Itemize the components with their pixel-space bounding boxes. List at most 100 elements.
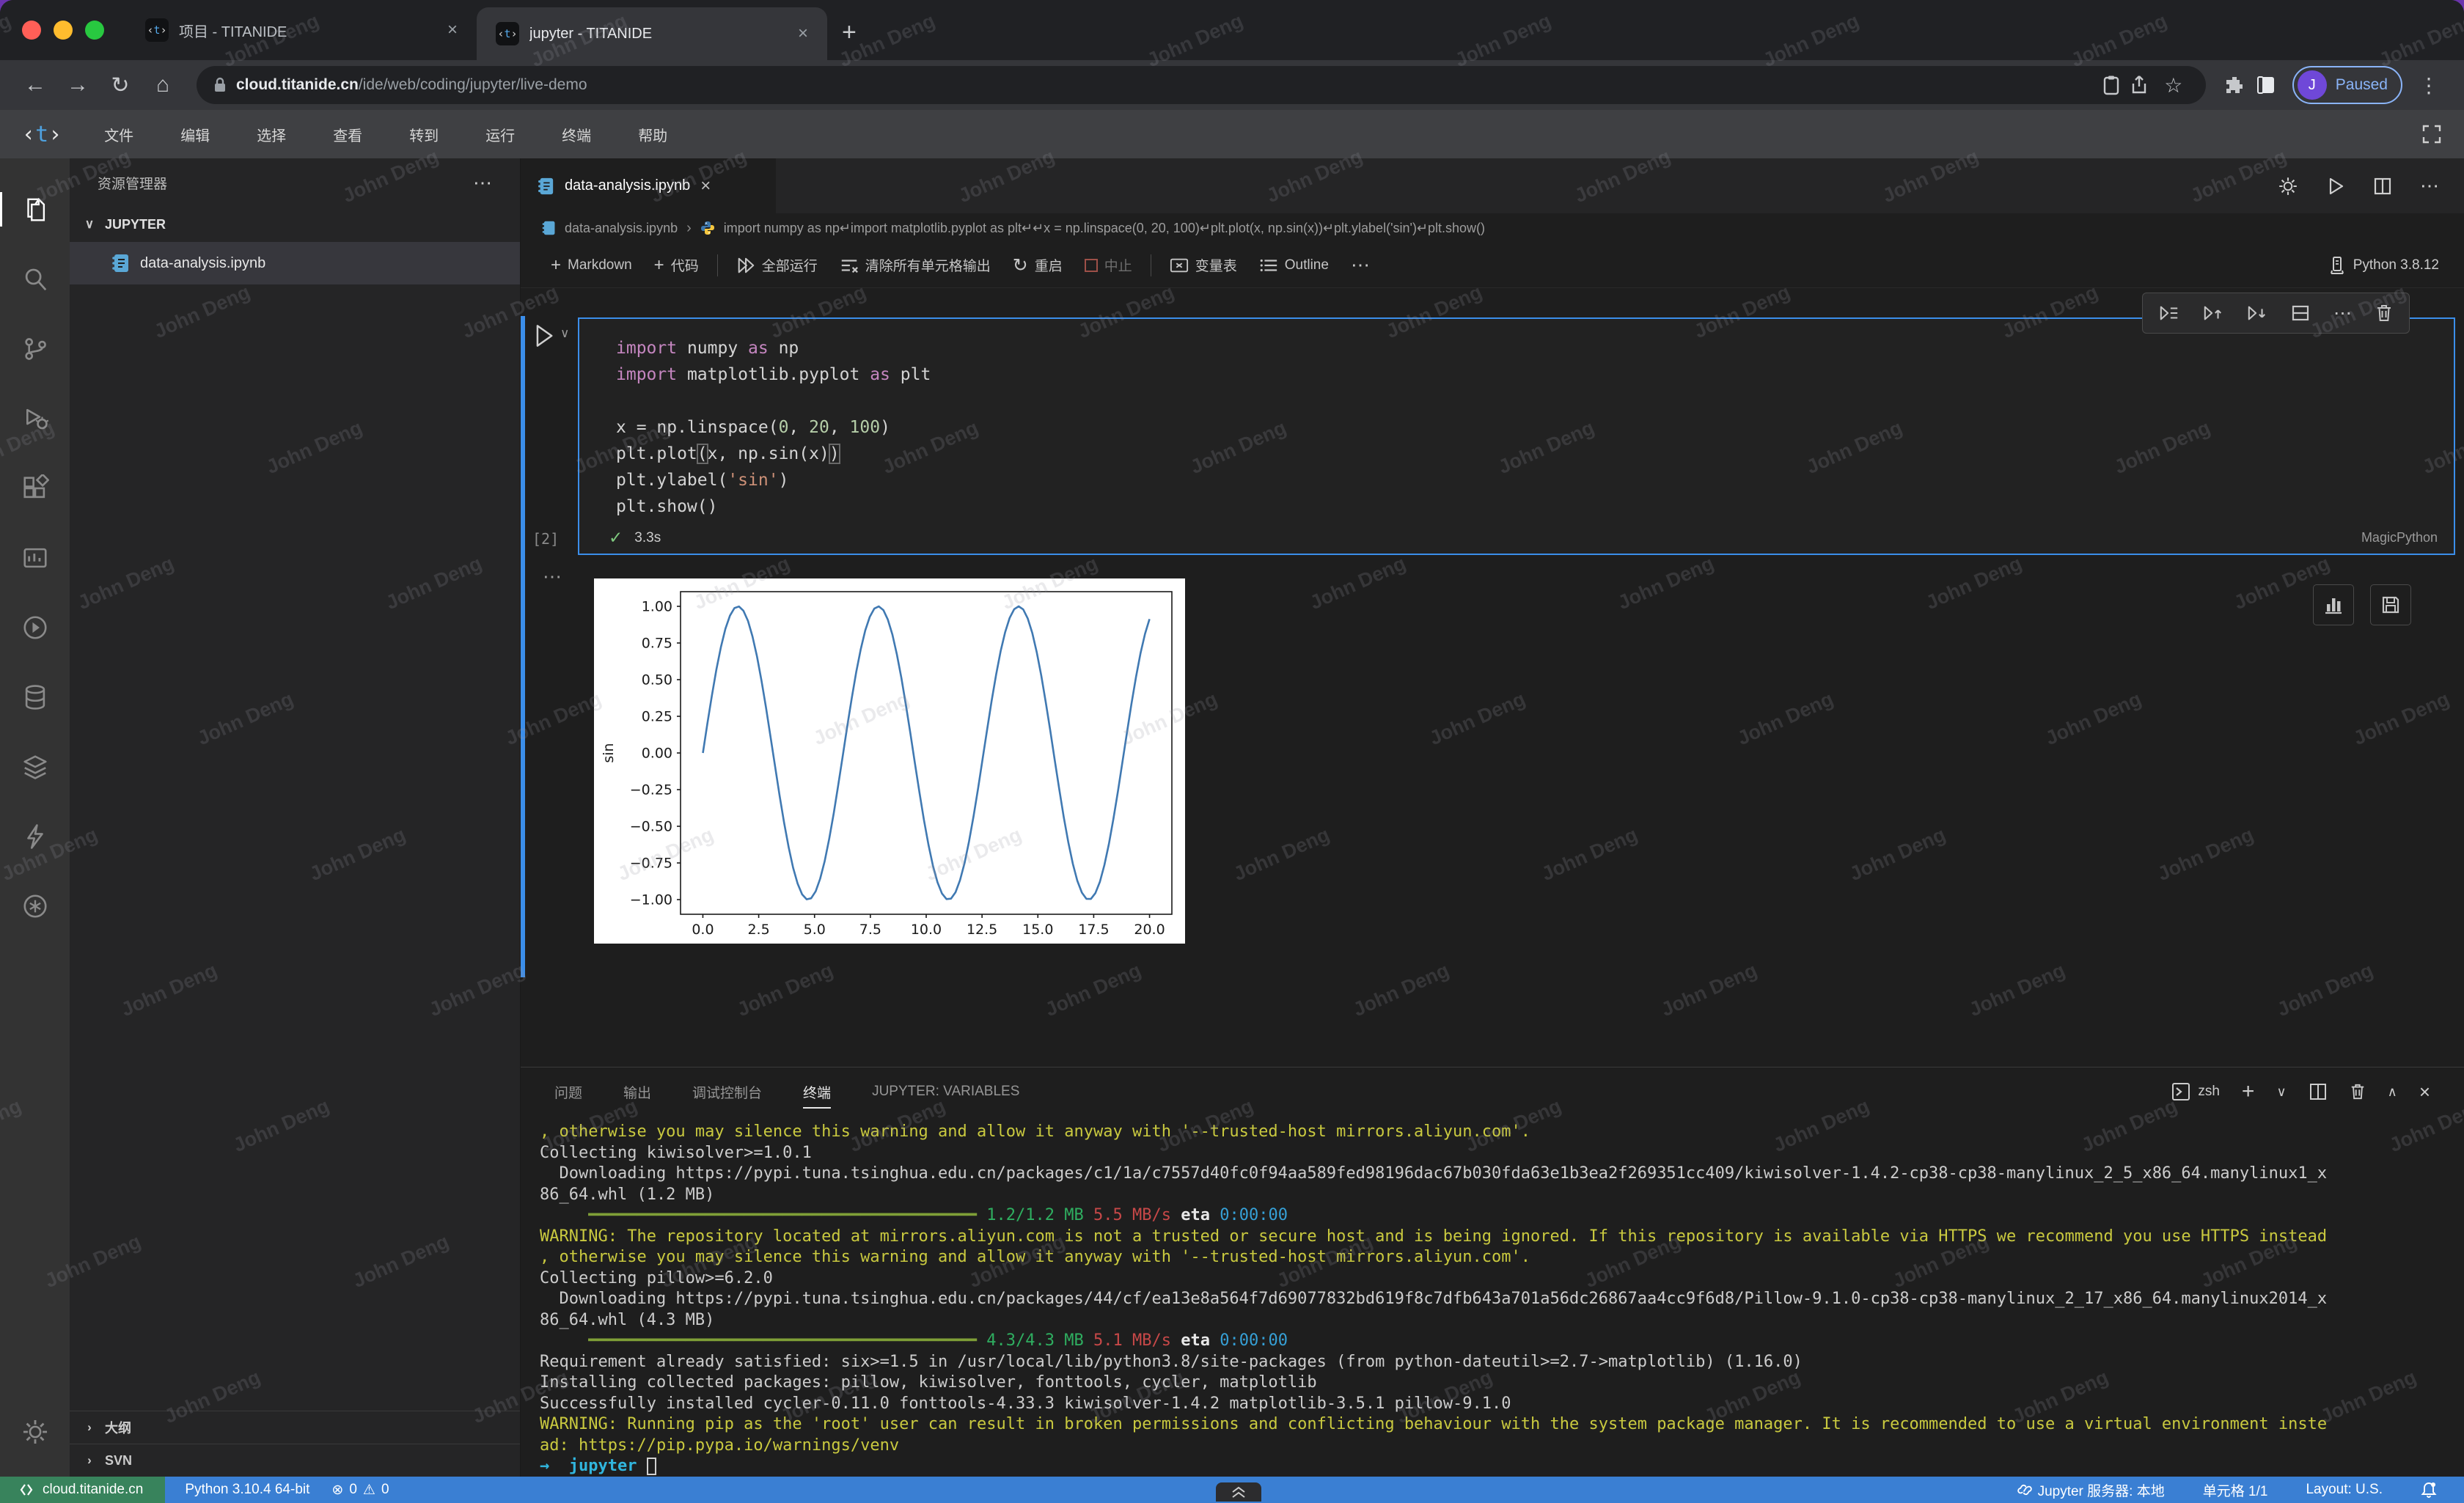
- interrupt-button[interactable]: 中止: [1074, 255, 1143, 275]
- home-icon[interactable]: ⌂: [147, 73, 179, 98]
- new-tab-button[interactable]: +: [827, 18, 876, 60]
- extensions-puzzle-icon[interactable]: [2223, 74, 2245, 96]
- clipboard-icon[interactable]: [2102, 75, 2121, 95]
- sidebar-item-notebook[interactable]: data-analysis.ipynb: [70, 242, 520, 284]
- kill-terminal-icon[interactable]: [2350, 1083, 2366, 1100]
- editor-more-icon[interactable]: ⋯: [2420, 174, 2439, 197]
- run-all-button[interactable]: 全部运行: [725, 255, 829, 275]
- panel-tab[interactable]: 问题: [554, 1067, 582, 1116]
- browser-menu-icon[interactable]: ⋮: [2413, 73, 2445, 98]
- menu-item[interactable]: 运行: [462, 124, 538, 145]
- panel-restore-notch[interactable]: [1216, 1482, 1261, 1502]
- run-debug-icon[interactable]: [0, 383, 70, 453]
- breadcrumb-code[interactable]: import numpy as np↵import matplotlib.pyp…: [724, 221, 1485, 236]
- browser-tab-jupyter[interactable]: ‹t› jupyter - TITANIDE ×: [477, 7, 827, 60]
- reload-icon[interactable]: ↻: [104, 73, 136, 98]
- sidebar-section-outline[interactable]: › 大纲: [70, 1411, 520, 1444]
- notebook-settings-gear-icon[interactable]: [2278, 176, 2298, 196]
- breadcrumb[interactable]: data-analysis.ipynb › import numpy as np…: [521, 213, 2464, 243]
- browser-tab-project[interactable]: ‹t› 项目 - TITANIDE ×: [126, 0, 477, 60]
- execute-cells-icon[interactable]: [2159, 304, 2179, 322]
- cell-more-icon[interactable]: ⋯: [2333, 302, 2352, 324]
- menu-item[interactable]: 转到: [386, 124, 462, 145]
- forward-icon[interactable]: →: [62, 73, 94, 98]
- terminal-dropdown-icon[interactable]: ∨: [2276, 1084, 2286, 1100]
- new-terminal-icon[interactable]: +: [2242, 1079, 2255, 1104]
- toolbar-more-icon[interactable]: ⋯: [1340, 254, 1381, 276]
- notifications-bell-icon[interactable]: [2410, 1481, 2448, 1499]
- close-panel-icon[interactable]: ×: [2419, 1081, 2430, 1103]
- run-options-chevron-icon[interactable]: ∨: [560, 326, 569, 341]
- split-cell-icon[interactable]: [2291, 304, 2310, 322]
- open-plot-viewer-button[interactable]: [2313, 584, 2354, 625]
- back-icon[interactable]: ←: [19, 73, 51, 98]
- menu-item[interactable]: 帮助: [615, 124, 691, 145]
- split-editor-icon[interactable]: [2373, 177, 2392, 196]
- run-notebook-icon[interactable]: [2326, 177, 2345, 196]
- tab-close-icon[interactable]: ×: [447, 20, 458, 40]
- variables-button[interactable]: 变量表: [1159, 255, 1248, 275]
- lightning-icon[interactable]: [0, 801, 70, 871]
- menu-item[interactable]: 终端: [538, 124, 615, 145]
- panel-tab[interactable]: 终端: [803, 1067, 831, 1116]
- keyboard-layout[interactable]: Layout: U.S.: [2295, 1482, 2394, 1498]
- problems-indicator[interactable]: ⊗ 0 ⚠ 0: [320, 1482, 400, 1499]
- search-icon[interactable]: [0, 244, 70, 314]
- split-terminal-icon[interactable]: [2309, 1082, 2328, 1101]
- preview-board-icon[interactable]: [0, 523, 70, 592]
- shell-selector[interactable]: zsh: [2171, 1082, 2220, 1101]
- extensions-icon[interactable]: [0, 453, 70, 523]
- cell-indicator[interactable]: 单元格 1/1: [2192, 1480, 2279, 1500]
- share-icon[interactable]: [2130, 75, 2149, 95]
- maximize-panel-icon[interactable]: ∧: [2388, 1084, 2397, 1100]
- database-icon[interactable]: [0, 662, 70, 732]
- kernel-picker[interactable]: Python 3.8.12: [2328, 256, 2445, 275]
- output-more-icon[interactable]: ⋯: [543, 565, 562, 588]
- tab-close-icon[interactable]: ×: [700, 176, 711, 196]
- address-bar[interactable]: cloud.titanide.cn/ide/web/coding/jupyter…: [197, 66, 2206, 104]
- delete-cell-icon[interactable]: [2375, 304, 2393, 323]
- tab-close-icon[interactable]: ×: [798, 23, 808, 44]
- layers-icon[interactable]: [0, 732, 70, 801]
- code-cell[interactable]: import numpy as npimport matplotlib.pypl…: [578, 317, 2455, 555]
- editor-tab-notebook[interactable]: data-analysis.ipynb ×: [521, 158, 776, 213]
- save-plot-button[interactable]: [2370, 584, 2411, 625]
- bookmark-star-icon[interactable]: ☆: [2157, 73, 2190, 98]
- restart-kernel-button[interactable]: ↻重启: [1002, 254, 1074, 276]
- remote-indicator[interactable]: cloud.titanide.cn: [0, 1477, 165, 1503]
- code-lines[interactable]: import numpy as npimport matplotlib.pypl…: [579, 319, 2454, 520]
- explorer-icon[interactable]: [0, 174, 70, 244]
- terminal-output[interactable]: , otherwise you may silence this warning…: [521, 1116, 2464, 1477]
- jupyter-server-indicator[interactable]: Jupyter 服务器: 本地: [2006, 1480, 2176, 1500]
- sidebar-section-svn[interactable]: › SVN: [70, 1444, 520, 1477]
- panel-tab[interactable]: JUPYTER: VARIABLES: [872, 1067, 1019, 1116]
- window-close-button[interactable]: [22, 21, 41, 40]
- settings-gear-icon[interactable]: [0, 1397, 70, 1466]
- clear-outputs-button[interactable]: 清除所有单元格输出: [829, 255, 1002, 275]
- outline-button[interactable]: Outline: [1248, 257, 1340, 274]
- run-above-icon[interactable]: [2203, 304, 2223, 322]
- language-mode[interactable]: MagicPython: [2361, 530, 2438, 545]
- fullscreen-icon[interactable]: [2421, 124, 2442, 144]
- menu-item[interactable]: 编辑: [157, 124, 233, 145]
- panel-tab[interactable]: 输出: [623, 1067, 651, 1116]
- window-minimize-button[interactable]: [54, 21, 73, 40]
- menu-item[interactable]: 查看: [309, 124, 386, 145]
- add-code-button[interactable]: +代码: [643, 255, 710, 276]
- menu-item[interactable]: 文件: [81, 124, 157, 145]
- explorer-more-icon[interactable]: ⋯: [473, 172, 492, 194]
- sidebar-section-jupyter[interactable]: ∨ JUPYTER: [70, 207, 520, 242]
- run-below-icon[interactable]: [2247, 304, 2267, 322]
- breadcrumb-file[interactable]: data-analysis.ipynb: [565, 221, 678, 236]
- profile-button[interactable]: J Paused: [2292, 66, 2402, 104]
- source-control-icon[interactable]: [0, 314, 70, 383]
- python-interpreter[interactable]: Python 3.10.4 64-bit: [174, 1482, 320, 1498]
- panel-tab[interactable]: 调试控制台: [692, 1067, 762, 1116]
- add-markdown-button[interactable]: +Markdown: [540, 255, 643, 276]
- asterisk-icon[interactable]: [0, 871, 70, 941]
- menu-item[interactable]: 选择: [233, 124, 309, 145]
- window-zoom-button[interactable]: [85, 21, 104, 40]
- run-cell-button[interactable]: ∨: [532, 323, 569, 348]
- side-panel-icon[interactable]: [2256, 75, 2276, 95]
- run-circle-icon[interactable]: [0, 592, 70, 662]
